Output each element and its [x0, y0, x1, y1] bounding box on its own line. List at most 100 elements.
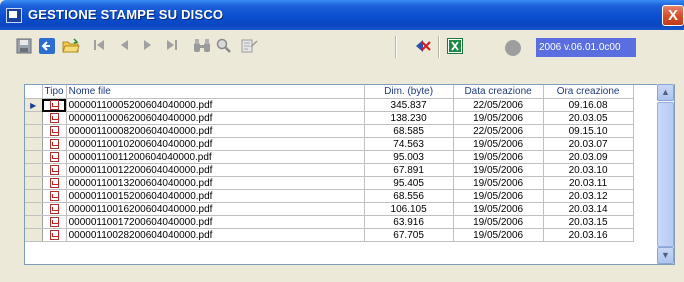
cell-name[interactable]: 00000110010200604040000.pdf — [66, 137, 365, 151]
cell-creation-time[interactable]: 20.03.09 — [543, 150, 634, 164]
row-indicator[interactable] — [25, 189, 43, 203]
cell-file-size[interactable]: 345.837 — [364, 98, 454, 112]
table-row[interactable]: 00000110008200604040000.pdf 68.585 22/05/2… — [25, 124, 634, 138]
cell-name[interactable]: 00000110015200604040000.pdf — [66, 189, 365, 203]
open-folder-icon[interactable] — [62, 38, 80, 56]
cell-file-size[interactable]: 68.585 — [364, 124, 454, 138]
table-row[interactable]: 00000110016200604040000.pdf 106.105 19/05/… — [25, 202, 634, 216]
pdf-file-icon-cell[interactable] — [42, 124, 67, 138]
previous-record-icon[interactable] — [117, 38, 135, 56]
cell-creation-time[interactable]: 20.03.14 — [543, 202, 634, 216]
table-row[interactable]: 00000110012200604040000.pdf 67.891 19/05/2… — [25, 163, 634, 177]
cell-creation-date[interactable]: 19/05/2006 — [453, 215, 544, 229]
cell-name[interactable]: 00000110017200604040000.pdf — [66, 215, 365, 229]
row-indicator[interactable] — [25, 163, 43, 177]
pdf-file-icon-cell[interactable] — [42, 163, 67, 177]
cell-file-size[interactable]: 67.891 — [364, 163, 454, 177]
vertical-scrollbar[interactable]: ▲ ▼ — [657, 84, 674, 264]
title-bar[interactable]: GESTIONE STAMPE SU DISCO X — [0, 0, 684, 30]
delete-icon[interactable] — [414, 38, 432, 56]
back-arrow-icon[interactable] — [39, 38, 57, 56]
cell-file-size[interactable]: 95.003 — [364, 150, 454, 164]
pdf-file-icon-cell[interactable] — [42, 228, 67, 242]
pdf-file-icon-cell[interactable] — [42, 98, 67, 112]
row-indicator[interactable] — [25, 202, 43, 216]
scan-icon[interactable] — [240, 38, 258, 56]
cell-creation-date[interactable]: 19/05/2006 — [453, 228, 544, 242]
cell-creation-date[interactable]: 19/05/2006 — [453, 163, 544, 177]
table-row[interactable]: 00000110013200604040000.pdf 95.405 19/05/2… — [25, 176, 634, 190]
cell-name[interactable]: 00000110016200604040000.pdf — [66, 202, 365, 216]
row-indicator[interactable]: ▶ — [25, 98, 43, 112]
table-row[interactable]: 00000110006200604040000.pdf 138.230 19/05/… — [25, 111, 634, 125]
pdf-file-icon-cell[interactable] — [42, 202, 67, 216]
cell-file-size[interactable]: 67.705 — [364, 228, 454, 242]
scroll-thumb[interactable] — [657, 102, 674, 247]
cell-creation-time[interactable]: 20.03.15 — [543, 215, 634, 229]
table-row[interactable]: 00000110015200604040000.pdf 68.556 19/05/2… — [25, 189, 634, 203]
row-indicator[interactable] — [25, 228, 43, 242]
row-indicator[interactable] — [25, 176, 43, 190]
cell-name[interactable]: 00000110011200604040000.pdf — [66, 150, 365, 164]
cell-file-size[interactable]: 106.105 — [364, 202, 454, 216]
cell-creation-date[interactable]: 19/05/2006 — [453, 111, 544, 125]
cell-creation-date[interactable]: 19/05/2006 — [453, 176, 544, 190]
cell-name[interactable]: 00000110012200604040000.pdf — [66, 163, 365, 177]
cell-file-size[interactable]: 74.563 — [364, 137, 454, 151]
binoculars-icon[interactable] — [193, 38, 211, 56]
close-button[interactable]: X — [662, 5, 684, 26]
cell-creation-date[interactable]: 19/05/2006 — [453, 137, 544, 151]
cell-creation-time[interactable]: 20.03.12 — [543, 189, 634, 203]
zoom-icon[interactable] — [216, 38, 234, 56]
cell-creation-time[interactable]: 09.16.08 — [543, 98, 634, 112]
column-header-nome-file[interactable]: Nome file — [66, 85, 365, 99]
cell-creation-date[interactable]: 22/05/2006 — [453, 98, 544, 112]
cell-name[interactable]: 00000110013200604040000.pdf — [66, 176, 365, 190]
cell-creation-time[interactable]: 20.03.10 — [543, 163, 634, 177]
next-record-icon[interactable] — [141, 38, 159, 56]
cell-name[interactable]: 00000110006200604040000.pdf — [66, 111, 365, 125]
last-record-icon[interactable] — [165, 38, 183, 56]
column-header-ora[interactable]: Ora creazione — [543, 85, 634, 99]
row-indicator[interactable] — [25, 150, 43, 164]
cell-name[interactable]: 00000110028200604040000.pdf — [66, 228, 365, 242]
pdf-file-icon-cell[interactable] — [42, 215, 67, 229]
pdf-file-icon-cell[interactable] — [42, 111, 67, 125]
scroll-down-button[interactable]: ▼ — [657, 247, 674, 264]
cell-file-size[interactable]: 138.230 — [364, 111, 454, 125]
cell-creation-time[interactable]: 20.03.11 — [543, 176, 634, 190]
cell-name[interactable]: 00000110005200604040000.pdf — [66, 98, 365, 112]
cell-file-size[interactable]: 95.405 — [364, 176, 454, 190]
cell-name[interactable]: 00000110008200604040000.pdf — [66, 124, 365, 138]
column-header-data[interactable]: Data creazione — [453, 85, 544, 99]
save-icon[interactable] — [16, 38, 34, 56]
cell-creation-date[interactable]: 19/05/2006 — [453, 150, 544, 164]
row-indicator[interactable] — [25, 124, 43, 138]
table-row[interactable]: 00000110028200604040000.pdf 67.705 19/05/2… — [25, 228, 634, 242]
column-header-dim[interactable]: Dim. (byte) — [364, 85, 454, 99]
cell-creation-time[interactable]: 20.03.05 — [543, 111, 634, 125]
cell-creation-date[interactable]: 19/05/2006 — [453, 202, 544, 216]
cell-file-size[interactable]: 63.916 — [364, 215, 454, 229]
pdf-file-icon-cell[interactable] — [42, 176, 67, 190]
table-row[interactable]: 00000110017200604040000.pdf 63.916 19/05/2… — [25, 215, 634, 229]
row-indicator[interactable] — [25, 215, 43, 229]
pdf-file-icon-cell[interactable] — [42, 137, 67, 151]
column-header-tipo[interactable]: Tipo — [42, 85, 67, 99]
table-row[interactable]: 00000110010200604040000.pdf 74.563 19/05/2… — [25, 137, 634, 151]
row-indicator[interactable] — [25, 137, 43, 151]
cell-creation-date[interactable]: 22/05/2006 — [453, 124, 544, 138]
cell-file-size[interactable]: 68.556 — [364, 189, 454, 203]
first-record-icon[interactable] — [92, 38, 110, 56]
scroll-up-button[interactable]: ▲ — [657, 84, 674, 101]
cell-creation-date[interactable]: 19/05/2006 — [453, 189, 544, 203]
pdf-file-icon-cell[interactable] — [42, 189, 67, 203]
table-row[interactable]: ▶ 00000110005200604040000.pdf 345.837 22/05… — [25, 98, 634, 112]
table-row[interactable]: 00000110011200604040000.pdf 95.003 19/05/2… — [25, 150, 634, 164]
excel-icon[interactable] — [447, 38, 465, 56]
cell-creation-time[interactable]: 09.15.10 — [543, 124, 634, 138]
cell-creation-time[interactable]: 20.03.16 — [543, 228, 634, 242]
files-grid[interactable]: Tipo Nome file Dim. (byte) Data creazion… — [24, 84, 675, 265]
cell-creation-time[interactable]: 20.03.07 — [543, 137, 634, 151]
row-indicator[interactable] — [25, 111, 43, 125]
